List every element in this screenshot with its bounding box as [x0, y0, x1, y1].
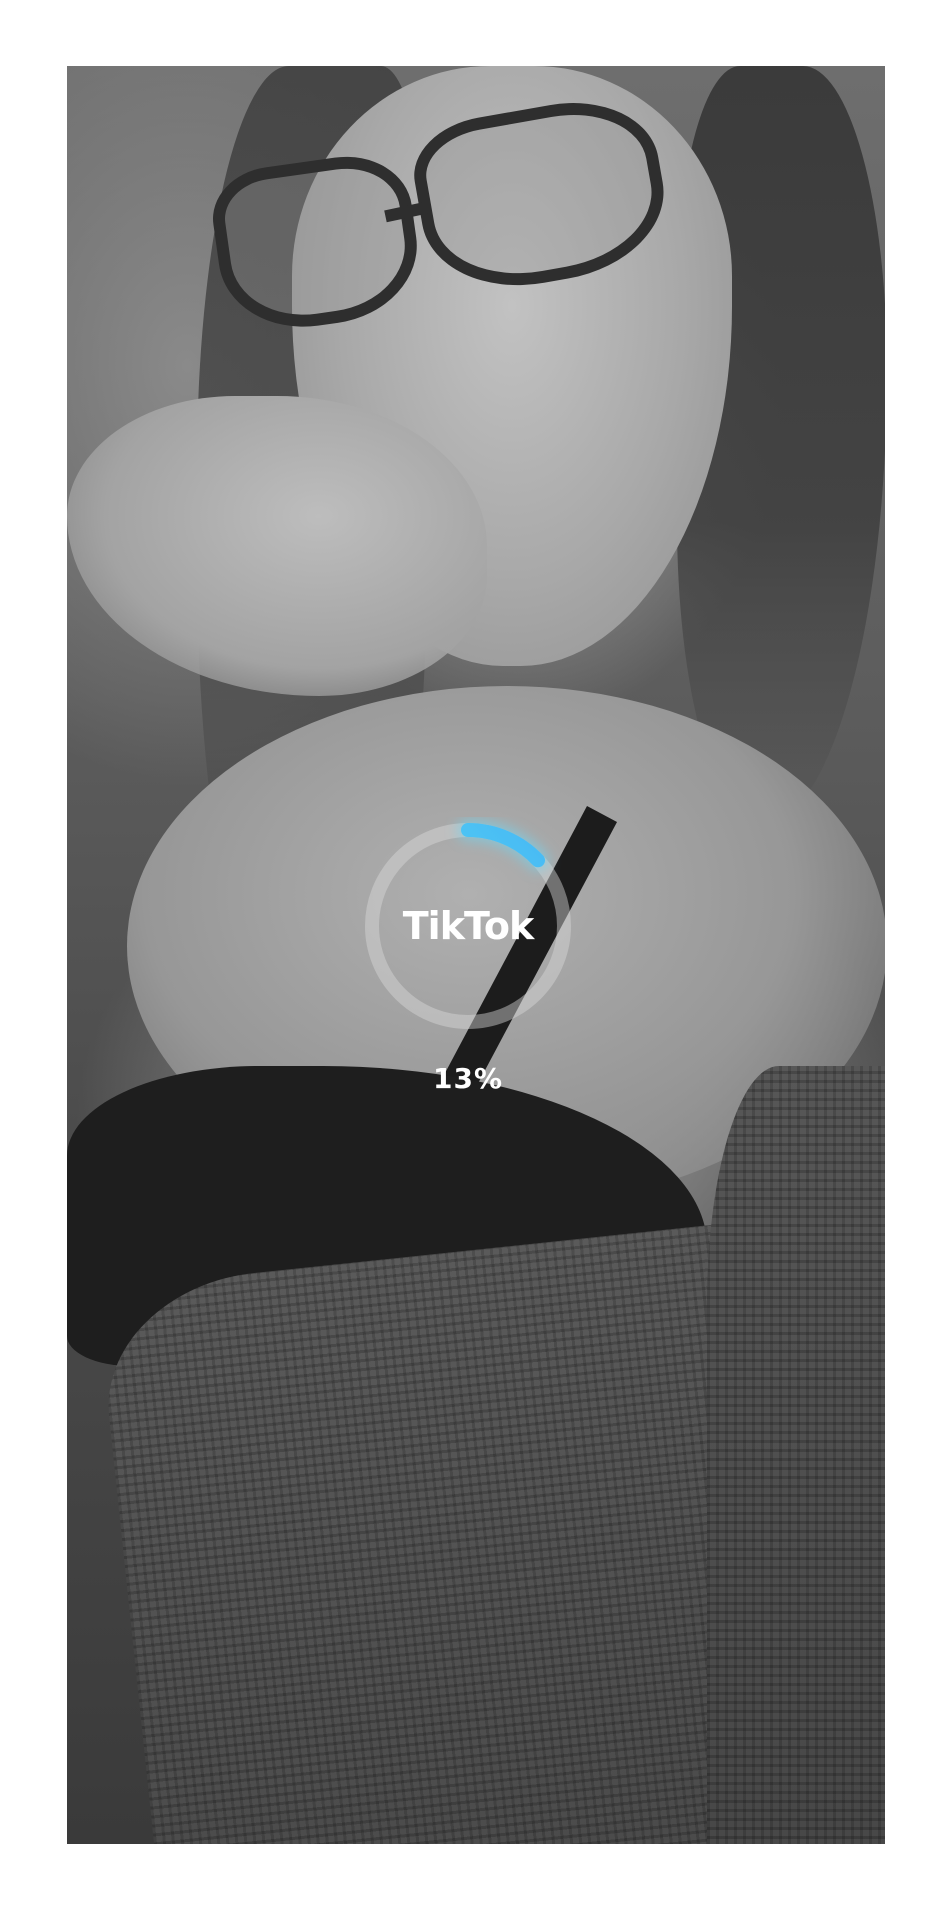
photo-sweater-right [707, 1066, 885, 1844]
loading-spinner: TikTok [359, 817, 577, 1035]
tiktok-logo-text: TikTok [402, 904, 534, 948]
photo-hand [67, 396, 487, 696]
loading-percent: 13% [432, 1062, 504, 1095]
app-screen: TikTok 13% [0, 0, 936, 1920]
